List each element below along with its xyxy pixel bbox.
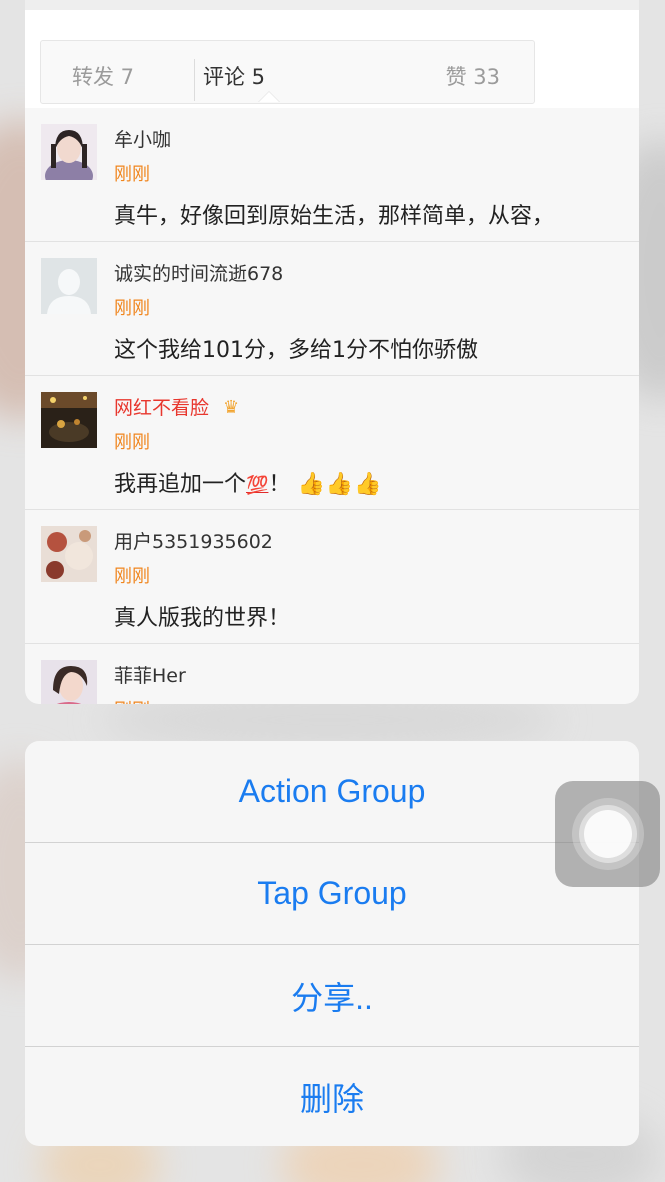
comment-time: 刚刚 — [114, 298, 150, 319]
comment-text: 真牛，好像回到原始生活，那样简单，从容， — [114, 204, 555, 229]
comment-username[interactable]: 用户5351935602 — [114, 527, 273, 554]
assistive-touch-button[interactable] — [555, 781, 660, 887]
comment-item[interactable]: 诚实的时间流逝678 刚刚 这个我给101分，多给1分不怕你骄傲 — [25, 242, 639, 376]
tap-group-button[interactable]: Tap Group — [25, 843, 639, 945]
comment-time: 刚刚 — [114, 696, 150, 704]
avatar[interactable] — [41, 392, 97, 448]
comment-item[interactable]: 菲菲Her 刚刚 — [25, 644, 639, 704]
comment-item[interactable]: 牟小咖 刚刚 真牛，好像回到原始生活，那样简单，从容， — [25, 108, 639, 242]
active-tab-indicator — [258, 91, 280, 102]
comment-username[interactable]: 网红不看脸 ♛ — [114, 393, 239, 420]
thumbs-up-icon: 👍👍👍 — [297, 472, 383, 497]
comment-item[interactable]: 用户5351935602 刚刚 真人版我的世界！ — [25, 510, 639, 644]
preview-top-strip — [25, 0, 639, 10]
assistive-touch-icon — [584, 810, 632, 858]
default-avatar-icon[interactable] — [41, 258, 97, 314]
comment-list: 牟小咖 刚刚 真牛，好像回到原始生活，那样简单，从容， 诚实的时间流逝678 刚… — [25, 108, 639, 704]
comment-item[interactable]: 网红不看脸 ♛ 刚刚 我再追加一个💯！ 👍👍👍 — [25, 376, 639, 510]
post-preview-card: 转发 7 评论 5 赞 33 牟小咖 刚刚 真牛，好像回到原始生活，那样简单，从… — [25, 0, 639, 704]
action-sheet: Action Group Tap Group 分享.. 删除 — [25, 741, 639, 1146]
post-tab-bar: 转发 7 评论 5 赞 33 — [40, 40, 535, 104]
action-group-button[interactable]: Action Group — [25, 741, 639, 843]
comment-time: 刚刚 — [114, 432, 150, 453]
crown-icon: ♛ — [223, 397, 240, 418]
comment-text: 真人版我的世界！ — [114, 606, 291, 631]
comment-time: 刚刚 — [114, 164, 150, 185]
comment-text-before: 我再追加一个 — [114, 472, 247, 497]
tab-like[interactable]: 赞 33 — [446, 61, 500, 91]
tab-divider — [194, 59, 195, 101]
username-text[interactable]: 网红不看脸 — [114, 397, 209, 419]
comment-username[interactable]: 诚实的时间流逝678 — [114, 259, 283, 286]
avatar[interactable] — [41, 526, 97, 582]
comment-text: 我再追加一个💯！ 👍👍👍 — [114, 466, 383, 498]
avatar[interactable] — [41, 660, 97, 704]
comment-time: 刚刚 — [114, 566, 150, 587]
avatar[interactable] — [41, 124, 97, 180]
comment-username[interactable]: 菲菲Her — [114, 661, 186, 688]
hundred-points-icon: 💯 — [246, 475, 269, 496]
tab-comment[interactable]: 评论 5 — [203, 61, 265, 91]
delete-button[interactable]: 删除 — [25, 1047, 639, 1146]
comment-text-after: ！ — [268, 472, 291, 497]
comment-username[interactable]: 牟小咖 — [114, 125, 171, 152]
tab-repost[interactable]: 转发 7 — [72, 61, 134, 91]
comment-text: 这个我给101分，多给1分不怕你骄傲 — [114, 338, 478, 363]
share-button[interactable]: 分享.. — [25, 945, 639, 1047]
